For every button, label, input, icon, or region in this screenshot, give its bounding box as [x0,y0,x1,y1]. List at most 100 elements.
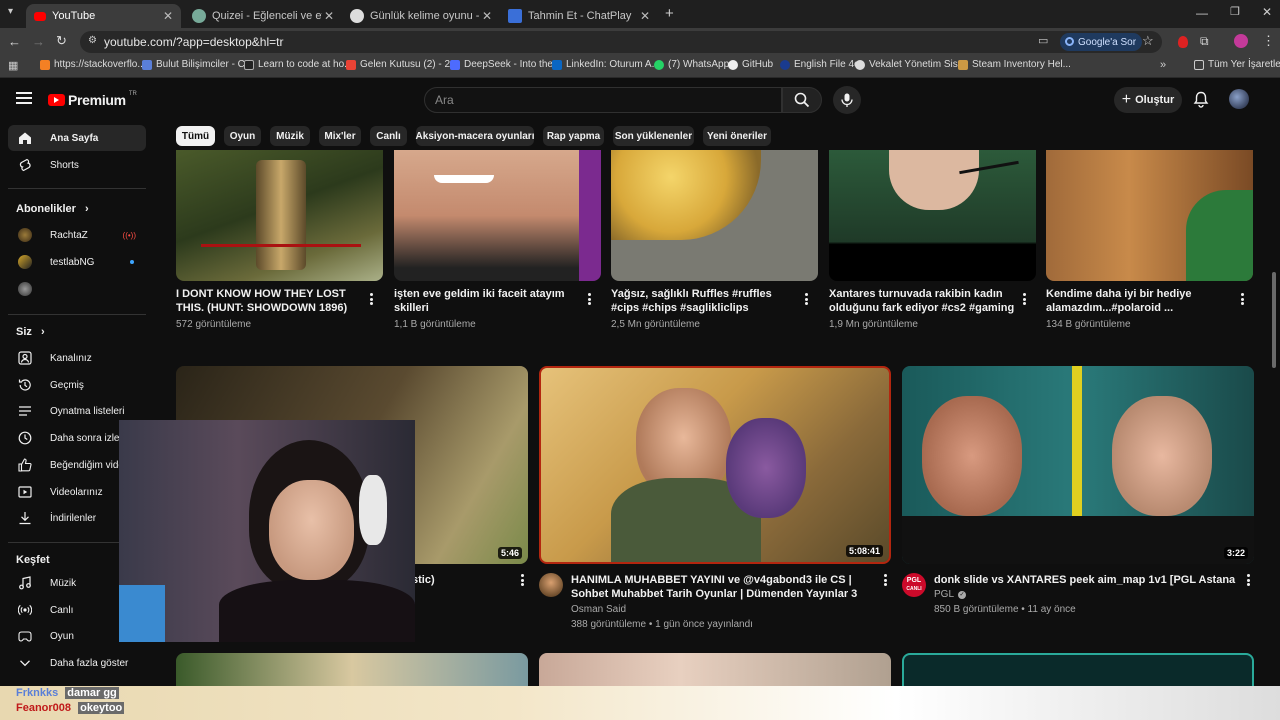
site-info-icon[interactable]: ⚙ [88,35,97,46]
bookmark-steam[interactable]: Steam Inventory Hel... [958,59,1071,70]
search-input[interactable]: Ara [424,87,782,113]
subscriptions-heading[interactable]: Abonelikler › [16,203,89,215]
video-title[interactable]: Xantares turnuvada rakibin kadın olduğun… [829,287,1015,317]
more-options-icon[interactable] [517,573,527,587]
bookmark-star-icon[interactable]: ☆ [1142,33,1154,49]
bookmark-deepseek[interactable]: DeepSeek - Into the... [450,59,561,70]
window-close-icon[interactable]: ✕ [1262,5,1272,19]
more-bookmarks-icon[interactable]: » [1160,59,1166,71]
logo-country: TR [128,91,137,97]
close-icon[interactable]: ✕ [482,9,492,23]
tab-quizei[interactable]: Quizei - Eğlenceli ve etkileşimli ✕ [184,4,342,28]
close-icon[interactable]: ✕ [324,9,334,23]
video-thumbnail[interactable] [611,150,818,281]
video-thumbnail[interactable]: 3:22 [902,366,1254,564]
bookmark-learn-to-code[interactable]: Learn to code at ho... [244,59,353,70]
bookmark-english-file[interactable]: English File 4e [780,59,860,70]
you-heading[interactable]: Siz › [16,326,45,338]
more-options-icon[interactable] [584,292,594,306]
all-bookmarks-folder[interactable]: Tüm Yer İşaretleri [1194,59,1280,70]
address-bar[interactable]: ⚙ youtube.com/?app=desktop&hl=tr ▭ Googl… [80,31,1162,53]
cast-icon[interactable]: ▭ [1038,34,1048,47]
video-title[interactable]: stic) [412,573,512,589]
tab-title: Günlük kelime oyunu - parolla [370,10,480,22]
video-meta: 850 B görüntüleme • 11 ay önce [934,604,1076,615]
sidebar-item-show-more[interactable]: Daha fazla göster [8,650,146,676]
new-tab-button[interactable]: + [665,5,674,22]
youtube-premium-logo[interactable]: Premium TR [48,91,137,108]
video-thumbnail[interactable]: 5:08:41 [539,366,891,564]
channel-name[interactable]: Osman Said [571,604,626,615]
more-options-icon[interactable] [366,292,376,306]
channel-avatar[interactable]: PGL CANLI [902,573,926,597]
ask-google-button[interactable]: Google'a Sor [1060,33,1143,51]
extension-red-icon[interactable] [1178,36,1188,48]
create-button[interactable]: + Oluştur [1114,87,1182,113]
chip-recently-uploaded[interactable]: Son yüklenenler [613,126,694,146]
tab-parolla[interactable]: Günlük kelime oyunu - parolla ✕ [342,4,500,28]
account-avatar[interactable] [1229,89,1249,109]
channel-name[interactable]: PGL ✓ [934,589,967,600]
more-options-icon[interactable] [1243,573,1253,587]
chip-gaming[interactable]: Oyun [224,126,261,146]
sidebar-item-history[interactable]: Geçmiş [8,372,146,398]
more-options-icon[interactable] [1019,292,1029,306]
chip-action-adventure[interactable]: Aksiyon-macera oyunları [416,126,534,146]
shorts-icon [19,158,31,172]
video-thumbnail[interactable] [829,150,1036,281]
browser-toolbar: ← → ↻ ⚙ youtube.com/?app=desktop&hl=tr ▭… [0,28,1280,56]
chip-mixes[interactable]: Mix'ler [319,126,361,146]
bookmark-whatsapp[interactable]: (7) WhatsApp [654,59,729,70]
video-title[interactable]: donk slide vs XANTARES peek aim_map 1v1 … [934,573,1239,589]
close-icon[interactable]: ✕ [640,9,650,23]
bookmark-linkedin[interactable]: LinkedIn: Oturum A... [552,59,660,70]
tab-youtube[interactable]: YouTube ✕ [26,4,181,28]
bookmark-stackoverflow[interactable]: https://stackoverflo... [40,59,146,70]
video-title[interactable]: işten eve geldim iki faceit atayım skill… [394,287,580,317]
chip-rap[interactable]: Rap yapma [543,126,604,146]
tab-chatplay[interactable]: Tahmin Et - ChatPlay ✕ [500,4,658,28]
sidebar-item-channel[interactable] [8,276,146,302]
profile-avatar[interactable] [1234,34,1248,48]
bookmark-github[interactable]: GitHub [728,59,773,70]
more-options-icon[interactable] [1237,292,1247,306]
bookmark-vekalet[interactable]: Vekalet Yönetim Sist... [855,59,969,70]
video-thumbnail[interactable] [176,150,383,281]
close-icon[interactable]: ✕ [163,9,173,23]
chip-new-to-you[interactable]: Yeni öneriler [703,126,771,146]
bookmark-bulut[interactable]: Bulut Bilişimciler - C... [142,59,253,70]
forward-icon[interactable]: → [32,34,45,49]
back-icon[interactable]: ← [8,34,21,49]
chip-live[interactable]: Canlı [370,126,407,146]
more-options-icon[interactable] [880,573,890,587]
notifications-bell-icon[interactable] [1193,91,1209,108]
more-options-icon[interactable] [801,292,811,306]
video-thumbnail[interactable] [1046,150,1253,281]
chip-music[interactable]: Müzik [270,126,310,146]
sidebar-item-your-channel[interactable]: Kanalınız [8,345,146,371]
browser-menu-icon[interactable]: ⋮ [1262,33,1275,49]
view-count: 572 görüntüleme [176,319,252,330]
minimize-icon[interactable]: — [1196,6,1208,20]
video-thumbnail[interactable] [394,150,601,281]
tab-list-button[interactable]: ▾ [8,6,24,22]
voice-search-button[interactable] [833,86,861,114]
sidebar-item-rachtaz[interactable]: RachtaZ ((•)) [8,222,146,248]
restore-icon[interactable]: ❐ [1230,5,1240,18]
search-button[interactable] [782,87,822,113]
channel-avatar[interactable] [539,573,563,597]
video-title[interactable]: Yağsız, sağlıklı Ruffles #ruffles #cips … [611,287,797,317]
video-title[interactable]: HANIMLA MUHABBET YAYINI ve @v4gabond3 il… [571,573,871,603]
sidebar-item-shorts[interactable]: Shorts [8,152,146,178]
page-scrollbar[interactable] [1272,272,1276,368]
apps-grid-icon[interactable]: ▦ [8,59,18,72]
chip-all[interactable]: Tümü [176,126,215,146]
extensions-icon[interactable]: ⧉ [1200,34,1209,49]
sidebar-item-testlabng[interactable]: testlabNG [8,249,146,275]
bookmark-gmail[interactable]: Gelen Kutusu (2) - 2... [346,59,458,70]
sidebar-item-home[interactable]: Ana Sayfa [8,125,146,151]
video-title[interactable]: Kendime daha iyi bir hediye alamazdım...… [1046,287,1232,317]
reload-icon[interactable]: ↻ [56,33,67,49]
guide-menu-button[interactable] [16,92,32,104]
video-title[interactable]: I DONT KNOW HOW THEY LOST THIS. (HUNT: S… [176,287,362,317]
